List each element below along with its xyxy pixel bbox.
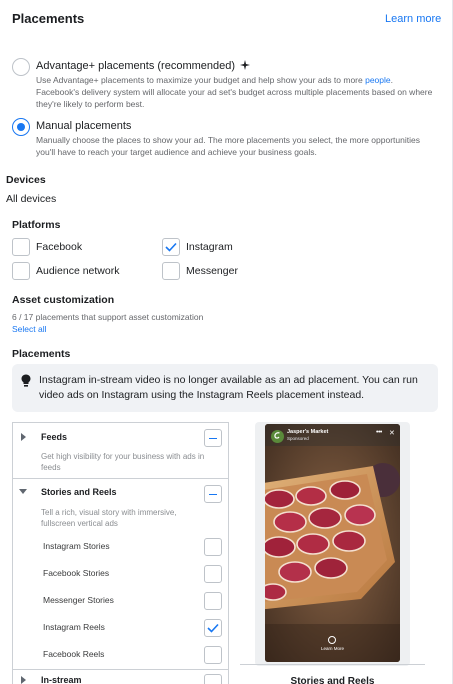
- learn-more-link[interactable]: Learn more: [385, 13, 441, 25]
- facebook-stories-checkbox[interactable]: [204, 565, 222, 583]
- messenger-stories-label: Messenger Stories: [43, 595, 114, 605]
- preview-divider: [240, 664, 425, 665]
- tree-divider: [13, 478, 228, 479]
- checkmark-icon: [165, 242, 177, 252]
- info-banner: Instagram in-stream video is no longer a…: [12, 364, 438, 412]
- messenger-label: Messenger: [186, 265, 238, 277]
- feeds-group-desc: Get high visibility for your business wi…: [41, 452, 205, 472]
- asset-customization-count: 6 / 17 placements that support asset cus…: [12, 312, 204, 322]
- feeds-group-label: Feeds: [41, 432, 68, 442]
- placements-label: Placements: [12, 348, 71, 360]
- advantage-placements-desc: Use Advantage+ placements to maximize yo…: [36, 75, 433, 109]
- ad-preview-image: [265, 424, 400, 662]
- placements-panel: Placements Learn more Advantage+ placeme…: [0, 0, 453, 684]
- manual-placements-title: Manual placements: [36, 120, 132, 132]
- audience-network-label: Audience network: [36, 265, 120, 277]
- tree-divider: [13, 669, 228, 670]
- lightbulb-icon: [21, 374, 31, 387]
- advantage-placements-title: Advantage+ placements (recommended): [36, 60, 251, 72]
- facebook-checkbox[interactable]: [12, 238, 30, 256]
- more-options-icon[interactable]: •••: [376, 429, 382, 436]
- messenger-stories-checkbox[interactable]: [204, 592, 222, 610]
- manual-placements-desc: Manually choose the places to show your …: [36, 135, 420, 157]
- asset-customization-label: Asset customization: [12, 294, 115, 306]
- expand-instream-icon[interactable]: [21, 676, 26, 684]
- stories-reels-group-desc: Tell a rich, visual story with immersive…: [41, 508, 177, 528]
- checkmark-icon: [207, 623, 219, 633]
- instagram-reels-label: Instagram Reels: [43, 622, 105, 632]
- select-all-link[interactable]: Select all: [12, 324, 47, 334]
- instagram-checkbox[interactable]: [162, 238, 180, 256]
- sparkle-icon: [240, 60, 251, 70]
- close-icon[interactable]: ✕: [389, 429, 395, 437]
- facebook-reels-checkbox[interactable]: [204, 646, 222, 664]
- devices-label: Devices: [6, 174, 46, 186]
- ad-preview-phone: Jasper's Market Sponsored ••• ✕ Learn Mo…: [265, 424, 400, 662]
- instream-group-label: In-stream: [41, 675, 82, 684]
- instagram-stories-checkbox[interactable]: [204, 538, 222, 556]
- expand-feeds-icon[interactable]: [21, 433, 26, 441]
- brand-avatar: [271, 430, 284, 443]
- instagram-reels-checkbox[interactable]: [204, 619, 222, 637]
- messenger-checkbox[interactable]: [162, 262, 180, 280]
- audience-network-checkbox[interactable]: [12, 262, 30, 280]
- devices-dropdown[interactable]: All devices: [6, 193, 56, 205]
- panel-title: Placements: [12, 11, 85, 26]
- facebook-label: Facebook: [36, 241, 83, 253]
- placement-tree: Feeds Get high visibility for your busin…: [12, 422, 229, 684]
- feeds-group-checkbox[interactable]: [204, 429, 222, 447]
- collapse-stories-icon[interactable]: [19, 489, 27, 494]
- facebook-reels-label: Facebook Reels: [43, 649, 105, 659]
- brand-name: Jasper's Market: [287, 429, 329, 435]
- info-banner-text: Instagram in-stream video is no longer a…: [39, 374, 418, 401]
- instagram-stories-label: Instagram Stories: [43, 541, 110, 551]
- facebook-stories-label: Facebook Stories: [43, 568, 110, 578]
- brand-logo-icon: [274, 432, 280, 439]
- advantage-placements-radio[interactable]: [12, 58, 30, 76]
- instream-group-checkbox[interactable]: [204, 674, 222, 684]
- instagram-label: Instagram: [186, 241, 233, 253]
- sponsored-label: Sponsored: [287, 436, 309, 441]
- preview-caption: Stories and Reels: [290, 676, 375, 684]
- platforms-label: Platforms: [12, 219, 61, 231]
- stories-reels-group-checkbox[interactable]: [204, 485, 222, 503]
- people-link[interactable]: people: [365, 75, 391, 85]
- manual-placements-radio[interactable]: [12, 118, 30, 136]
- stories-reels-group-label: Stories and Reels: [41, 487, 117, 497]
- cta-label[interactable]: Learn More: [265, 646, 400, 651]
